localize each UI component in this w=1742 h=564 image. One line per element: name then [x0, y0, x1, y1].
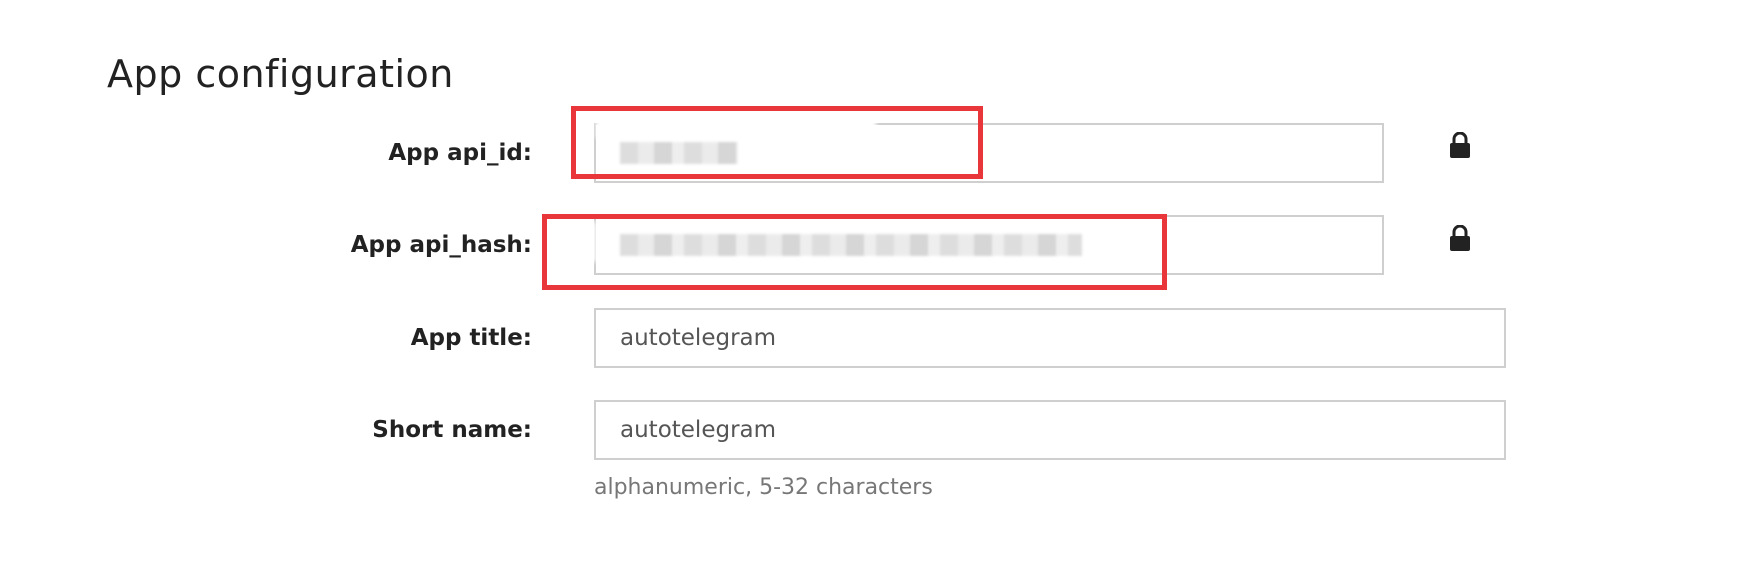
- lock-icon: [1450, 132, 1470, 158]
- short-name-label: Short name:: [372, 417, 532, 443]
- app-title-input[interactable]: [594, 308, 1506, 368]
- short-name-hint: alphanumeric, 5-32 characters: [594, 475, 933, 500]
- highlight-box-api-id: [571, 106, 983, 179]
- short-name-input[interactable]: [594, 400, 1506, 460]
- lock-icon: [1450, 225, 1470, 251]
- api-hash-label: App api_hash:: [350, 232, 532, 258]
- api-id-label: App api_id:: [388, 140, 532, 166]
- page-title: App configuration: [107, 52, 454, 96]
- app-configuration-page: App configuration App api_id: App api_ha…: [0, 0, 1742, 564]
- app-title-label: App title:: [410, 325, 532, 351]
- highlight-box-api-hash: [542, 214, 1167, 290]
